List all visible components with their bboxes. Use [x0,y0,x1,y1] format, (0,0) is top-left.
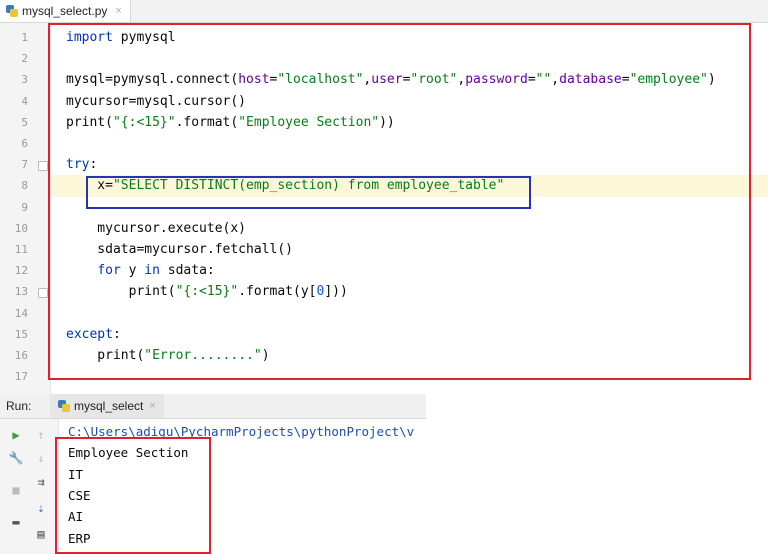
print-icon[interactable]: ▤ [33,526,49,542]
output-line: ERP [68,530,91,546]
run-icon[interactable]: ▶ [8,427,24,443]
file-tab-mysql-select[interactable]: mysql_select.py × [0,0,131,22]
code-line: x="SELECT DISTINCT(emp_section) from emp… [66,178,505,194]
code-line: mysql=pymysql.connect(host="localhost",u… [66,72,716,88]
code-line: sdata=mycursor.fetchall() [66,242,293,257]
code-line: print("Error........") [66,348,270,363]
line-number: 2 [21,52,28,66]
line-number: 8 [21,179,28,193]
stop-icon[interactable]: ■ [8,482,24,498]
line-number: 3 [21,73,28,87]
line-number: 7 [21,158,28,172]
run-toolbar: ▶ ↑ 🔧 ↓ ■ ⇉ ▬ ⇣ ▤ [0,419,59,554]
output-line: AI [68,509,84,525]
run-console-output[interactable]: C:\Users\adigu\PycharmProjects\pythonPro… [59,419,426,554]
run-tool-window-header: Run: mysql_select × [0,394,426,419]
up-arrow-icon[interactable]: ↑ [33,427,49,443]
line-number: 16 [14,349,28,362]
line-number: 10 [14,221,28,235]
line-number: 11 [14,243,28,256]
scroll-end-icon[interactable]: ⇣ [33,500,49,516]
layout-icon[interactable]: ▬ [8,514,24,530]
line-number: 6 [21,137,28,150]
down-arrow-icon[interactable]: ↓ [33,450,49,466]
empty-area [426,394,768,554]
run-label: Run: [6,399,32,413]
line-number: 13 [14,285,28,299]
code-line: try: [66,157,98,173]
code-line: print("{:<15}".format(y[0])) [66,284,348,300]
line-number-gutter: 1 2 3 4 5 6 7 8 9 10 11 12 13 14 15 16 17 [0,23,51,394]
editor-tab-bar: mysql_select.py × [0,0,768,23]
code-line: mycursor=mysql.cursor() [66,93,247,109]
run-tab-label: mysql_select [74,399,144,413]
code-line: print("{:<15}".format("Employee Section"… [66,114,395,130]
python-file-icon [58,400,70,412]
output-line: IT [68,466,84,482]
line-number: 17 [14,370,28,384]
fold-marker-icon[interactable] [38,288,48,299]
python-file-icon [6,5,18,17]
file-tab-label: mysql_select.py [22,4,108,18]
code-line: import pymysql [66,30,176,45]
code-line: except: [66,326,121,342]
close-icon[interactable]: × [149,400,155,412]
code-line: mycursor.execute(x) [66,220,247,236]
run-tab-mysql-select[interactable]: mysql_select × [50,394,164,418]
close-icon[interactable]: × [115,5,121,17]
line-number: 14 [14,306,28,320]
output-line: Employee Section [68,445,189,461]
line-number: 4 [21,94,28,108]
code-line: for y in sdata: [97,263,215,279]
line-number: 15 [14,327,28,341]
output-line: CSE [68,487,91,503]
line-number: 12 [14,264,28,278]
line-number: 5 [21,115,28,129]
soft-wrap-icon[interactable]: ⇉ [33,474,49,490]
fold-marker-icon[interactable] [38,161,48,172]
interpreter-path-line: C:\Users\adigu\PycharmProjects\pythonPro… [68,424,415,439]
wrench-icon[interactable]: 🔧 [8,450,24,466]
line-number: 1 [21,31,28,44]
line-number: 9 [21,200,28,214]
